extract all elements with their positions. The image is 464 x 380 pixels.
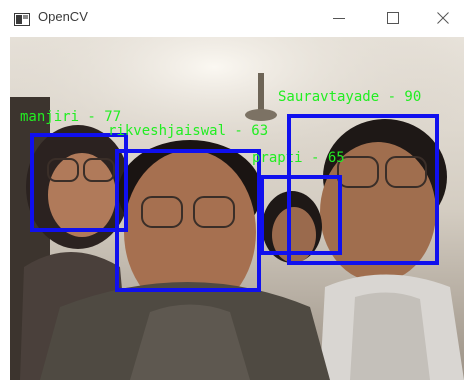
title-bar[interactable]: OpenCV <box>0 0 464 36</box>
face-label-rikveshjaiswal: rikveshjaiswal - 63 <box>108 123 269 139</box>
maximize-icon <box>387 12 399 24</box>
minimize-icon <box>333 12 345 24</box>
close-icon <box>437 12 449 24</box>
opencv-window: OpenCV manjiri - 77 rikveshjaiswal - 63 … <box>0 0 464 380</box>
face-box-manjiri <box>30 133 128 232</box>
face-box-sauravtayade <box>287 114 439 265</box>
maximize-button[interactable] <box>370 0 416 36</box>
camera-frame: manjiri - 77 rikveshjaiswal - 63 prapti … <box>10 37 464 380</box>
face-box-rikveshjaiswal <box>115 149 261 292</box>
window-title: OpenCV <box>38 9 88 24</box>
close-button[interactable] <box>420 0 464 36</box>
face-label-sauravtayade: Sauravtayade - 90 <box>278 89 422 105</box>
minimize-button[interactable] <box>316 0 362 36</box>
opencv-app-icon <box>14 11 30 26</box>
face-label-manjiri: manjiri - 77 <box>20 109 122 125</box>
